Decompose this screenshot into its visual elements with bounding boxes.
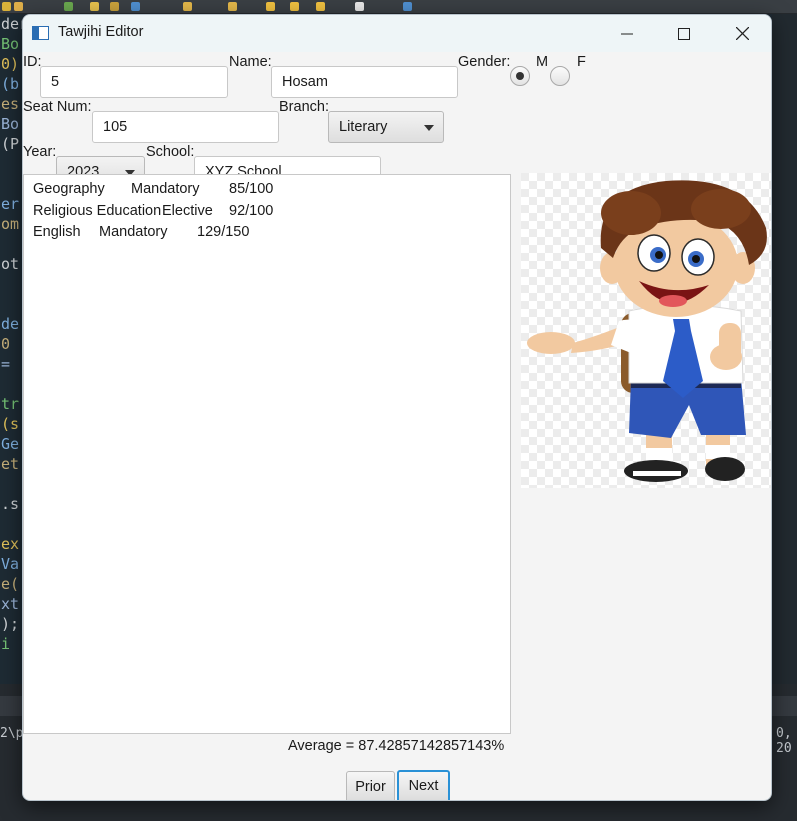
code-line: 0 (1, 335, 11, 353)
maximize-button[interactable] (655, 15, 713, 52)
code-line: .s (1, 495, 20, 513)
code-line: om (1, 215, 20, 233)
editor-content: ID: 5 Name: Hosam Gender: M F Seat Num: … (23, 52, 771, 800)
toolbar-icon[interactable] (183, 2, 192, 11)
gender-m-radio[interactable] (510, 66, 530, 86)
toolbar-icon[interactable] (355, 2, 364, 11)
ide-toolbar (0, 0, 797, 14)
code-line: Bo (1, 115, 20, 133)
code-line: ); (1, 615, 20, 633)
seat-num-field[interactable]: 105 (92, 111, 279, 143)
code-line: = (1, 355, 11, 373)
gender-f-label[interactable]: F (577, 54, 586, 70)
code-line: Bo (1, 35, 20, 53)
id-field[interactable]: 5 (40, 66, 228, 98)
course-grade: 129/150 (197, 224, 250, 240)
name-field[interactable]: Hosam (271, 66, 458, 98)
minimize-button[interactable] (598, 15, 656, 52)
toolbar-icon[interactable] (403, 2, 412, 11)
minimize-icon (621, 33, 633, 34)
branch-value: Literary (339, 119, 388, 135)
toolbar-icon[interactable] (2, 2, 11, 11)
code-line: der (1, 15, 22, 33)
gender-m-label[interactable]: M (536, 54, 548, 70)
code-line: (s (1, 415, 20, 433)
code-line: et (1, 455, 20, 473)
tawjihi-editor-window: Tawjihi Editor ID: 5 Name: Hosam Gender:… (22, 14, 772, 801)
code-line: (b (1, 75, 20, 93)
ide-coord-fragment: 0, 20 (776, 726, 792, 756)
ide-side-panel (772, 14, 797, 684)
maximize-icon (678, 27, 690, 40)
year-label: Year: (23, 144, 57, 160)
code-line: i (1, 635, 11, 653)
seat-num-label: Seat Num: (23, 99, 92, 115)
toolbar-icon[interactable] (90, 2, 99, 11)
prior-button[interactable]: Prior (346, 771, 395, 800)
close-icon (735, 27, 749, 40)
code-line: xt (1, 595, 20, 613)
course-name: Geography (33, 181, 105, 197)
code-line: ot (1, 255, 20, 273)
title-bar[interactable]: Tawjihi Editor (23, 15, 771, 52)
gender-f-radio[interactable] (550, 66, 570, 86)
student-cartoon-image (521, 173, 771, 488)
school-label: School: (146, 144, 195, 160)
course-name: Religious Education (33, 203, 162, 219)
code-line: Ge (1, 435, 20, 453)
course-name: English (33, 224, 81, 240)
app-window-icon (32, 26, 49, 40)
course-list[interactable]: Geography Mandatory 85/100 Religious Edu… (23, 174, 511, 734)
branch-label: Branch: (279, 99, 329, 115)
toolbar-icon[interactable] (228, 2, 237, 11)
course-type: Mandatory (131, 181, 200, 197)
toolbar-icon[interactable] (266, 2, 275, 11)
code-line: ex (1, 535, 20, 553)
average-label: Average = 87.42857142857143% (288, 738, 505, 754)
code-line: tr (1, 395, 20, 413)
course-grade: 92/100 (229, 203, 274, 219)
code-line: de (1, 315, 20, 333)
code-line: e( (1, 575, 20, 593)
next-button[interactable]: Next (397, 770, 450, 800)
course-grade: 85/100 (229, 181, 274, 197)
code-line: er (1, 195, 20, 213)
chevron-down-icon (424, 125, 434, 131)
name-label: Name: (229, 54, 272, 70)
toolbar-icon[interactable] (316, 2, 325, 11)
toolbar-icon[interactable] (64, 2, 73, 11)
close-button[interactable] (713, 15, 771, 52)
code-line: 0) (1, 55, 20, 73)
toolbar-icon[interactable] (110, 2, 119, 11)
toolbar-icon[interactable] (290, 2, 299, 11)
course-type: Mandatory (99, 224, 168, 240)
code-line: es. (1, 95, 22, 113)
window-title: Tawjihi Editor (58, 24, 144, 40)
code-line: Va (1, 555, 20, 573)
toolbar-icon[interactable] (14, 2, 23, 11)
id-label: ID: (23, 54, 42, 70)
ide-code-editor: der Bo 0) (b es. Bo (P er om ot de 0 = tr (s Ge et .s ex Va… (0, 14, 22, 684)
radio-selected-dot (516, 72, 524, 80)
gender-label: Gender: (458, 54, 511, 70)
code-line: (P (1, 135, 20, 153)
course-type: Elective (162, 203, 213, 219)
branch-dropdown[interactable]: Literary (328, 111, 444, 143)
toolbar-icon[interactable] (131, 2, 140, 11)
